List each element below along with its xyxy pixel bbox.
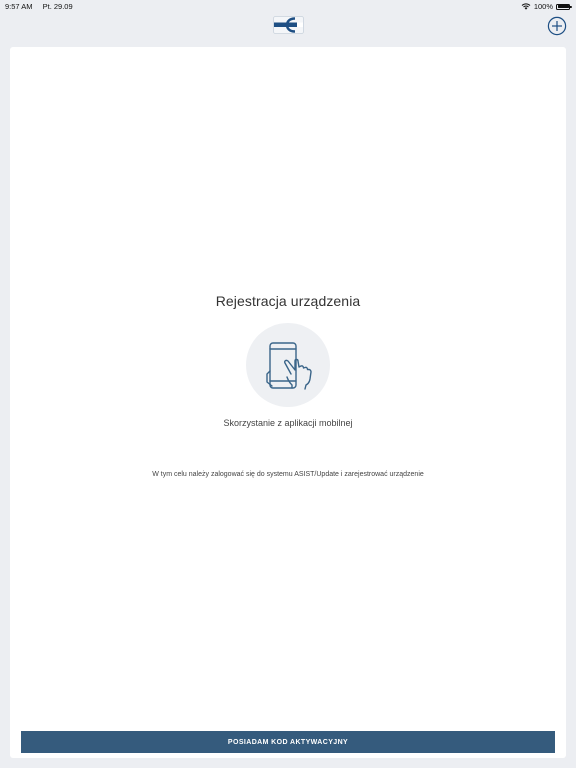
status-date: Pt. 29.09 [42, 2, 73, 11]
page-title: Rejestracja urządzenia [215, 293, 361, 309]
battery-icon [556, 3, 572, 10]
activation-code-button[interactable]: POSIADAM KOD AKTYWACYJNY [21, 731, 555, 753]
status-right: 100% [521, 2, 572, 11]
subtitle: Skorzystanie z aplikacji mobilnej [223, 418, 353, 428]
illustration-circle [246, 323, 330, 407]
wifi-icon [521, 3, 531, 10]
nav-bar [0, 12, 576, 40]
battery-percent: 100% [533, 2, 553, 11]
status-bar: 9:57 AM Pt. 29.09 100% [0, 0, 576, 12]
app-logo [273, 16, 304, 34]
phone-tap-icon [266, 342, 312, 390]
battery-fill [557, 5, 569, 8]
plus-circle-icon[interactable] [547, 16, 567, 36]
status-left: 9:57 AM Pt. 29.09 [5, 2, 81, 11]
registration-card: Rejestracja urządzenia Skorzystanie z ap… [10, 47, 566, 758]
description-text: W tym celu należy zalogować się do syste… [152, 471, 424, 478]
status-time: 9:57 AM [5, 2, 33, 11]
